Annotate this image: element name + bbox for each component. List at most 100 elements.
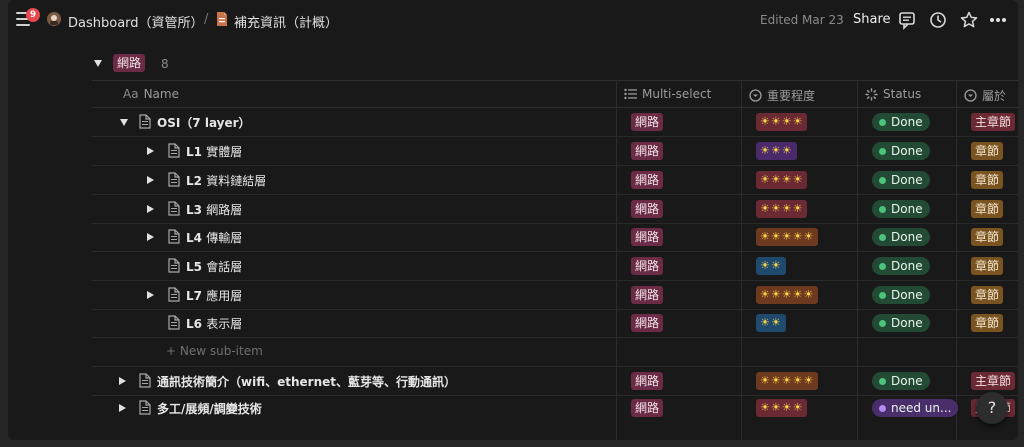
multiselect-tag: 網路 bbox=[631, 372, 664, 390]
table-row[interactable]: L4 傳輸層 網路 ☀☀☀☀☀ Done 章節 bbox=[92, 223, 1018, 252]
status-label: Done bbox=[891, 144, 923, 158]
group-count: 8 bbox=[161, 57, 169, 71]
expand-caret-icon[interactable] bbox=[147, 176, 154, 184]
belongs-tag: 章節 bbox=[971, 314, 1004, 332]
multiselect-tag: 網路 bbox=[631, 314, 664, 332]
notification-badge[interactable]: 9 bbox=[26, 8, 40, 22]
app-window: 9 Dashboard（資管所） / 補充資訊（計概） Edited Mar 2… bbox=[8, 0, 1018, 440]
page-icon bbox=[139, 114, 151, 129]
status-badge: Done bbox=[872, 171, 930, 189]
row-title[interactable]: L6 表示層 bbox=[186, 315, 242, 332]
page-icon bbox=[168, 201, 180, 216]
importance-stars: ☀☀☀☀ bbox=[756, 200, 808, 218]
row-title[interactable]: L3 網路層 bbox=[186, 201, 242, 218]
row-title[interactable]: 多工/展頻/調變技術 bbox=[157, 400, 262, 417]
table-row[interactable]: L7 應用層 網路 ☀☀☀☀☀ Done 章節 bbox=[92, 281, 1018, 310]
clock-icon[interactable] bbox=[928, 10, 948, 30]
row-title-text: 網路層 bbox=[206, 203, 243, 217]
table-row[interactable]: 通訊技術簡介（wifi、ethernet、藍芽等、行動通訊） 網路 ☀☀☀☀☀ … bbox=[92, 367, 1018, 396]
star-icon[interactable] bbox=[959, 10, 979, 30]
importance-stars: ☀☀☀☀☀ bbox=[756, 286, 819, 304]
group-tag: 網路 bbox=[113, 54, 146, 72]
breadcrumb-dashboard[interactable]: Dashboard（資管所） bbox=[68, 12, 204, 31]
row-title-code: L1 bbox=[186, 145, 202, 159]
more-icon[interactable] bbox=[988, 10, 1008, 30]
row-title[interactable]: L1 實體層 bbox=[186, 143, 242, 160]
row-title-code: L7 bbox=[186, 289, 202, 303]
table-row[interactable]: L5 會話層 網路 ☀☀ Done 章節 bbox=[92, 252, 1018, 281]
multiselect-tag: 網路 bbox=[631, 286, 664, 304]
row-title[interactable]: L2 資料鏈結層 bbox=[186, 172, 266, 189]
table-row[interactable]: OSI（7 layer） 網路 ☀☀☀☀ Done 主章節 bbox=[92, 108, 1018, 137]
list-icon bbox=[624, 88, 637, 100]
row-title-code: L3 bbox=[186, 203, 202, 217]
row-title[interactable]: OSI（7 layer） bbox=[157, 114, 251, 131]
column-belongs-label: 屬於 bbox=[982, 89, 1007, 103]
breadcrumb-separator: / bbox=[204, 12, 209, 27]
importance-stars: ☀☀☀☀☀ bbox=[756, 372, 819, 390]
breadcrumb-current-page[interactable]: 補充資訊（計概） bbox=[234, 12, 338, 31]
row-title[interactable]: 通訊技術簡介（wifi、ethernet、藍芽等、行動通訊） bbox=[157, 373, 456, 390]
importance-stars: ☀☀☀☀☀ bbox=[756, 228, 819, 246]
importance-stars: ☀☀ bbox=[756, 257, 786, 275]
share-button[interactable]: Share bbox=[853, 12, 891, 27]
new-sub-item-button[interactable]: + New sub-item bbox=[166, 344, 263, 358]
status-badge: Done bbox=[872, 257, 930, 275]
table-row[interactable]: L6 表示層 網路 ☀☀ Done 章節 bbox=[92, 309, 1018, 338]
comment-icon[interactable] bbox=[897, 10, 917, 30]
status-label: Done bbox=[891, 259, 923, 273]
row-title[interactable]: L4 傳輸層 bbox=[186, 229, 242, 246]
table-row[interactable]: L3 網路層 網路 ☀☀☀☀ Done 章節 bbox=[92, 195, 1018, 224]
group-header[interactable] bbox=[94, 53, 102, 73]
page-icon bbox=[168, 229, 180, 244]
expand-caret-icon[interactable] bbox=[147, 147, 154, 155]
column-belongs[interactable]: 屬於 bbox=[964, 87, 1006, 104]
row-title-code: L6 bbox=[186, 317, 202, 331]
expand-caret-icon[interactable] bbox=[147, 233, 154, 241]
belongs-tag: 章節 bbox=[971, 286, 1004, 304]
column-importance[interactable]: 重要程度 bbox=[749, 87, 815, 104]
status-dot bbox=[879, 118, 886, 126]
belongs-tag: 章節 bbox=[971, 257, 1004, 275]
status-dot bbox=[879, 176, 886, 184]
select-icon bbox=[749, 89, 762, 102]
table-row[interactable]: L1 實體層 網路 ☀☀☀ Done 章節 bbox=[92, 137, 1018, 166]
status-label: Done bbox=[891, 173, 923, 187]
row-title[interactable]: L5 會話層 bbox=[186, 258, 242, 275]
top-bar: 9 Dashboard（資管所） / 補充資訊（計概） Edited Mar 2… bbox=[8, 0, 1018, 40]
row-title-text: 表示層 bbox=[206, 317, 243, 331]
group-collapse-caret-icon[interactable] bbox=[94, 59, 102, 67]
expand-caret-icon[interactable] bbox=[120, 119, 128, 126]
page-icon bbox=[139, 400, 151, 415]
table-row[interactable]: 多工/展頻/調變技術 網路 ☀☀☀☀ need un... 主章節 bbox=[92, 395, 1018, 423]
row-title[interactable]: L7 應用層 bbox=[186, 287, 242, 304]
row-title-text: 資料鏈結層 bbox=[206, 174, 267, 188]
new-sub-item-label: New sub-item bbox=[179, 344, 263, 358]
expand-caret-icon[interactable] bbox=[119, 377, 126, 385]
status-label: Done bbox=[891, 230, 923, 244]
column-status[interactable]: Status bbox=[865, 87, 921, 101]
column-multiselect[interactable]: Multi-select bbox=[624, 87, 711, 101]
table-row[interactable]: L2 資料鏈結層 網路 ☀☀☀☀ Done 章節 bbox=[92, 166, 1018, 195]
row-title-code: L4 bbox=[186, 231, 202, 245]
expand-caret-icon[interactable] bbox=[147, 291, 154, 299]
column-name[interactable]: Aa Name bbox=[123, 87, 179, 101]
row-title-text: 傳輸層 bbox=[206, 231, 243, 245]
status-badge: Done bbox=[872, 286, 930, 304]
expand-caret-icon[interactable] bbox=[147, 205, 154, 213]
expand-caret-icon[interactable] bbox=[119, 404, 126, 412]
status-label: Done bbox=[891, 202, 923, 216]
page-icon bbox=[168, 143, 180, 158]
importance-stars: ☀☀ bbox=[756, 314, 786, 332]
status-badge: Done bbox=[872, 200, 930, 218]
row-title-text: 會話層 bbox=[206, 260, 243, 274]
importance-stars: ☀☀☀☀ bbox=[756, 113, 808, 131]
status-badge: Done bbox=[872, 314, 930, 332]
plus-icon: + bbox=[166, 344, 180, 358]
help-button[interactable]: ? bbox=[976, 392, 1008, 424]
status-dot bbox=[879, 233, 886, 241]
status-badge: Done bbox=[872, 142, 930, 160]
status-label: need un... bbox=[891, 401, 952, 415]
multiselect-tag: 網路 bbox=[631, 142, 664, 160]
page-icon bbox=[168, 287, 180, 302]
